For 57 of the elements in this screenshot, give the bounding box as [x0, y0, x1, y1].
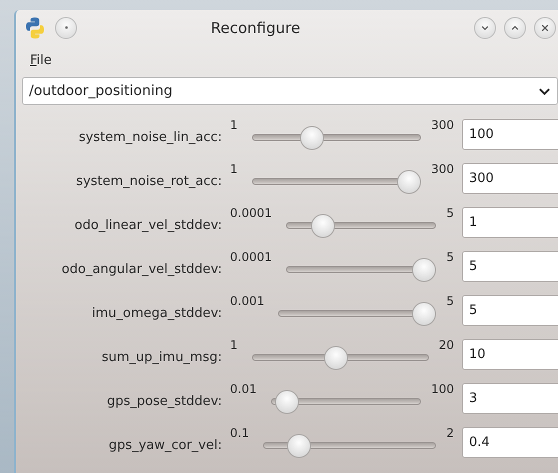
slider-thumb[interactable] — [274, 390, 298, 414]
slider-min-label: 1 — [230, 338, 238, 352]
slider-thumb[interactable] — [324, 346, 348, 370]
slider-min-label: 1 — [230, 118, 238, 132]
slider-track[interactable] — [252, 126, 422, 150]
value-field[interactable]: 5 — [462, 294, 558, 326]
value-field[interactable]: 1 — [462, 206, 558, 238]
parameter-label: system_noise_rot_acc: — [75, 172, 222, 188]
slider-thumb[interactable] — [311, 214, 336, 238]
slider-thumb[interactable] — [300, 126, 324, 150]
window-title: Reconfigure — [210, 18, 302, 36]
slider-track[interactable] — [286, 214, 436, 238]
value-field[interactable]: 100 — [462, 118, 558, 150]
slider-max-label: 300 — [431, 162, 454, 176]
parameter-label: odo_angular_vel_stddev: — [60, 260, 222, 276]
slider-track[interactable] — [278, 302, 436, 326]
dot-icon — [64, 26, 68, 29]
slider-max-label: 100 — [431, 382, 454, 396]
value-field[interactable]: 10 — [462, 338, 558, 370]
parameter-label: system_noise_lin_acc: — [78, 128, 222, 144]
node-dropdown[interactable]: /outdoor_positioning — [22, 77, 558, 105]
slider-track[interactable] — [263, 434, 436, 458]
slider-max-label: 300 — [431, 118, 454, 132]
parameter-label: gps_pose_stddev: — [106, 392, 222, 408]
slider-min-label: 0.0001 — [230, 250, 272, 264]
menu-item[interactable]: File — [30, 52, 52, 68]
slider-max-label: 5 — [446, 206, 454, 220]
value-field[interactable]: 5 — [462, 250, 558, 282]
slider-max-label: 20 — [438, 338, 454, 352]
slider-min-label: 0.0001 — [230, 206, 272, 220]
slider-track[interactable] — [270, 390, 422, 414]
slider-min-label: 0.001 — [230, 294, 264, 308]
slider-thumb[interactable] — [412, 302, 436, 326]
value-field[interactable]: 300 — [462, 162, 558, 194]
slider-max-label: 2 — [446, 426, 454, 440]
slider-thumb[interactable] — [397, 170, 422, 194]
parameter-label: sum_up_imu_msg: — [100, 348, 222, 364]
window-menu-button[interactable] — [55, 16, 77, 38]
slider-track[interactable] — [252, 346, 429, 370]
slider-min-label: 0.01 — [230, 382, 257, 396]
slider-thumb[interactable] — [412, 258, 436, 282]
maximize-button[interactable] — [504, 16, 526, 38]
slider-max-label: 5 — [446, 294, 454, 308]
value-field[interactable]: 3 — [462, 382, 558, 414]
slider-thumb[interactable] — [286, 434, 311, 458]
slider-max-label: 5 — [446, 250, 454, 264]
slider-track[interactable] — [286, 258, 436, 282]
slider-min-label: 0.1 — [230, 426, 250, 440]
python-logo-icon — [23, 16, 47, 40]
slider-min-label: 1 — [230, 162, 238, 176]
close-button[interactable] — [534, 16, 556, 38]
value-field[interactable]: 0.4 — [462, 426, 558, 458]
parameter-label: imu_omega_stddev: — [90, 304, 222, 320]
parameter-label: gps_yaw_cor_vel: — [108, 436, 222, 452]
parameter-label: odo_linear_vel_stddev: — [74, 216, 222, 232]
minimize-button[interactable] — [474, 16, 496, 38]
slider-track[interactable] — [252, 170, 422, 194]
